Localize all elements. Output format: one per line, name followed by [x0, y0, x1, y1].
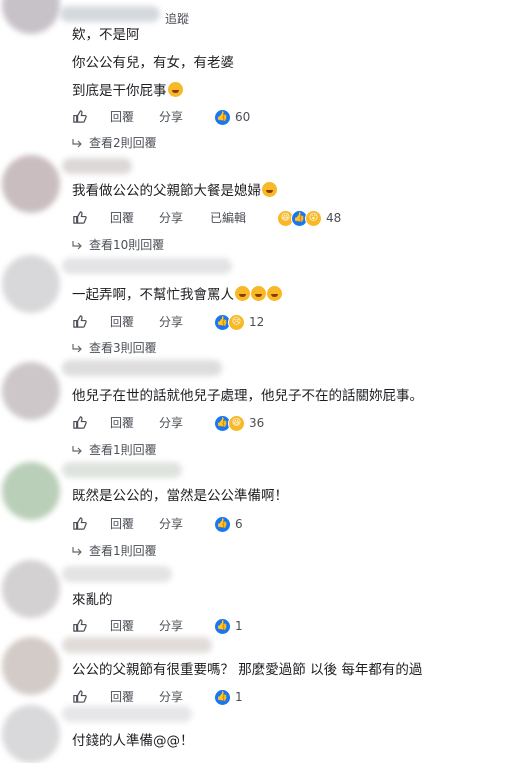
- blurred-author-name: [60, 6, 160, 22]
- comment-text: 一起弄啊，不幫忙我會罵人: [72, 286, 282, 304]
- blurred-author-name: [62, 566, 172, 582]
- avatar[interactable]: [2, 462, 60, 520]
- reply-button[interactable]: 回覆: [110, 616, 134, 636]
- thumbs-up-icon: [73, 110, 87, 123]
- reply-button[interactable]: 回覆: [110, 312, 134, 332]
- comment-actions: 回覆 分享 👍 1: [72, 616, 472, 636]
- sad-reaction-icon: 😢: [228, 313, 245, 331]
- laughing-emoji-icon: [251, 286, 266, 301]
- comment-actions: 回覆 分享 👍 1: [72, 687, 472, 707]
- like-reaction-icon: 👍: [214, 617, 231, 635]
- edited-label: 已編輯: [210, 211, 247, 225]
- comment-text: 我看做公公的父親節大餐是媳婦: [72, 182, 277, 200]
- laughing-emoji-icon: [267, 286, 282, 301]
- thumbs-up-icon: [73, 619, 87, 632]
- follow-link[interactable]: 追蹤: [165, 10, 189, 27]
- thumbs-up-icon: [73, 211, 87, 224]
- view-replies-link[interactable]: 查看2則回覆: [72, 134, 157, 152]
- comment-text: 付錢的人準備@@！: [72, 733, 194, 749]
- like-button[interactable]: [72, 208, 87, 225]
- reaction-count: 60: [235, 110, 251, 124]
- wow-reaction-icon: 😮: [305, 209, 322, 227]
- laughing-emoji-icon: [235, 286, 250, 301]
- reply-arrow-icon: [72, 241, 82, 250]
- reaction-summary[interactable]: 👍 1: [214, 687, 243, 707]
- reply-arrow-icon: [72, 547, 82, 556]
- reaction-summary[interactable]: 👍 60: [214, 107, 250, 127]
- reaction-summary[interactable]: 👍 😆 36: [214, 413, 264, 433]
- avatar[interactable]: [2, 362, 60, 420]
- comment-text: 公公的父親節有很重要嗎？ 那麼愛過節 以後 每年都有的過: [72, 662, 423, 678]
- share-button[interactable]: 分享: [159, 616, 183, 636]
- avatar[interactable]: [2, 705, 60, 763]
- reply-arrow-icon: [72, 446, 82, 455]
- comment-text: 你公公有兒，有女，有老婆: [72, 55, 234, 71]
- blurred-author-name: [62, 258, 232, 274]
- avatar[interactable]: [2, 560, 60, 618]
- comment-text: 到底是干你屁事: [72, 82, 183, 100]
- reply-arrow-icon: [72, 139, 82, 148]
- view-replies-link[interactable]: 查看1則回覆: [72, 542, 157, 560]
- reply-button[interactable]: 回覆: [110, 514, 134, 534]
- comment-actions: 回覆 分享 👍 😢 12: [72, 312, 472, 332]
- reply-button[interactable]: 回覆: [110, 107, 134, 127]
- blurred-author-name: [62, 706, 192, 722]
- like-reaction-icon: 👍: [214, 515, 231, 533]
- like-button[interactable]: [72, 514, 87, 531]
- comment-text: 他兒子在世的話就他兒子處理，他兒子不在的話關妳屁事。: [72, 388, 423, 404]
- reaction-count: 1: [235, 690, 243, 704]
- blurred-author-name: [62, 360, 222, 376]
- comment-text: 來亂的: [72, 592, 113, 608]
- comment-text: 欸，不是阿: [72, 27, 140, 43]
- blurred-author-name: [62, 158, 132, 174]
- avatar[interactable]: [2, 155, 60, 213]
- share-button[interactable]: 分享: [159, 107, 183, 127]
- reaction-count: 1: [235, 619, 243, 633]
- comment-text: 既然是公公的，當然是公公準備啊！: [72, 488, 288, 504]
- comment-actions: 回覆 分享 👍 6: [72, 514, 472, 534]
- reaction-summary[interactable]: 👍 6: [214, 514, 243, 534]
- like-button[interactable]: [72, 413, 87, 430]
- comment-actions: 回覆 分享 已編輯 😆 👍 😮 48: [72, 208, 472, 228]
- reaction-summary[interactable]: 😆 👍 😮 48: [277, 208, 341, 228]
- reaction-summary[interactable]: 👍 1: [214, 616, 243, 636]
- reaction-summary[interactable]: 👍 😢 12: [214, 312, 264, 332]
- reply-button[interactable]: 回覆: [110, 208, 134, 228]
- reaction-count: 48: [326, 211, 342, 225]
- thumbs-up-icon: [73, 690, 87, 703]
- like-button[interactable]: [72, 107, 87, 124]
- reply-button[interactable]: 回覆: [110, 687, 134, 707]
- view-replies-link[interactable]: 查看3則回覆: [72, 339, 157, 357]
- like-button[interactable]: [72, 312, 87, 329]
- thinking-emoji-icon: [167, 82, 183, 97]
- reaction-count: 36: [249, 416, 265, 430]
- share-button[interactable]: 分享: [159, 687, 183, 707]
- avatar[interactable]: [2, 255, 60, 313]
- thumbs-up-icon: [73, 416, 87, 429]
- reply-arrow-icon: [72, 344, 82, 353]
- haha-reaction-icon: 😆: [228, 414, 245, 432]
- thumbs-up-icon: [73, 315, 87, 328]
- thumbs-up-icon: [73, 517, 87, 530]
- laughing-emoji-icon: [262, 182, 277, 197]
- reply-button[interactable]: 回覆: [110, 413, 134, 433]
- comment-actions: 回覆 分享 👍 60: [72, 107, 472, 127]
- share-button[interactable]: 分享: [159, 514, 183, 534]
- view-replies-link[interactable]: 查看10則回覆: [72, 236, 164, 254]
- reaction-count: 12: [249, 315, 265, 329]
- view-replies-link[interactable]: 查看1則回覆: [72, 441, 157, 459]
- like-button[interactable]: [72, 616, 87, 633]
- avatar[interactable]: [2, 0, 60, 34]
- blurred-author-name: [62, 637, 212, 653]
- like-reaction-icon: 👍: [214, 108, 231, 126]
- reaction-count: 6: [235, 517, 243, 531]
- like-reaction-icon: 👍: [214, 688, 231, 706]
- share-button[interactable]: 分享: [159, 208, 183, 228]
- comment-actions: 回覆 分享 👍 😆 36: [72, 413, 472, 433]
- share-button[interactable]: 分享: [159, 413, 183, 433]
- avatar[interactable]: [2, 637, 60, 695]
- blurred-author-name: [62, 462, 182, 478]
- like-button[interactable]: [72, 687, 87, 704]
- share-button[interactable]: 分享: [159, 312, 183, 332]
